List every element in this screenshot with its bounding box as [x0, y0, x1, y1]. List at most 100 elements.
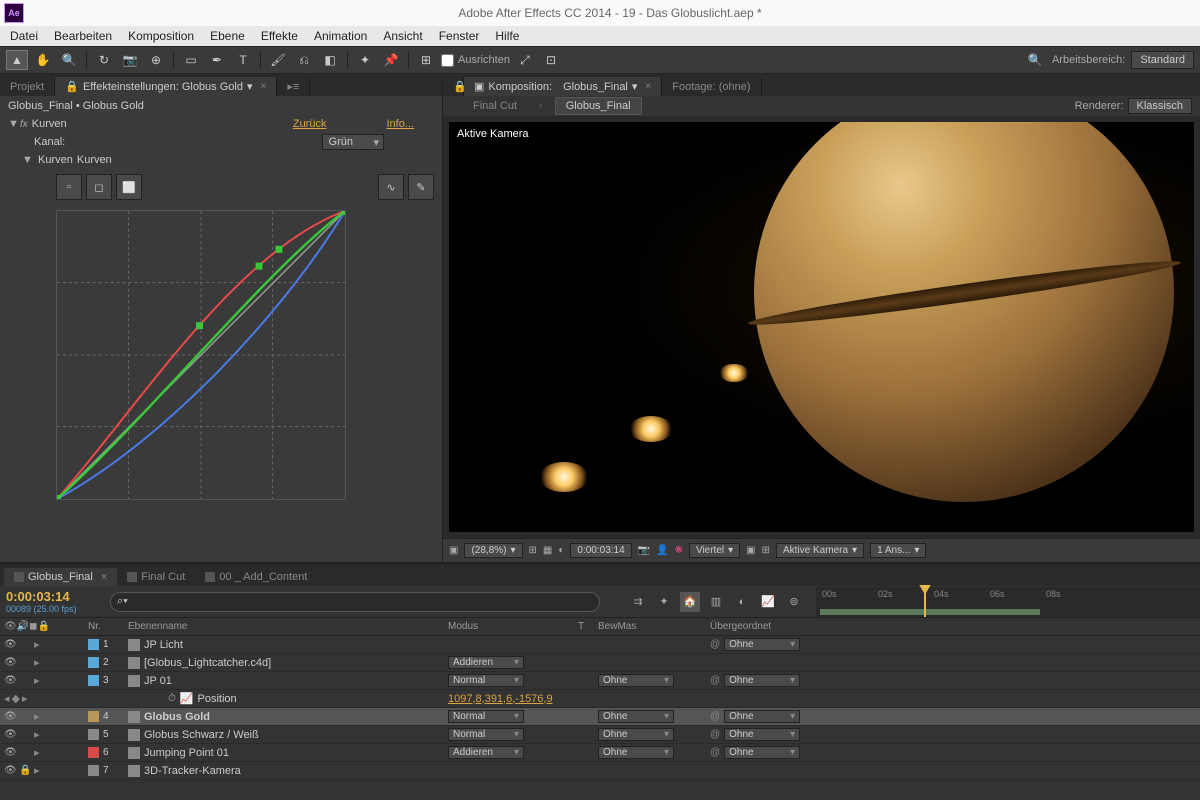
parent-dropdown[interactable]: Ohne: [724, 674, 800, 687]
clone-tool[interactable]: ⎌: [293, 50, 315, 70]
blend-mode-dropdown[interactable]: Normal: [448, 710, 524, 723]
col-mask[interactable]: BewMas: [598, 621, 710, 632]
add-key-icon[interactable]: ◆: [12, 692, 20, 705]
parent-dropdown[interactable]: Ohne: [724, 638, 800, 651]
tab-effect-settings[interactable]: 🔒 Effekteinstellungen: Globus Gold ▾ ×: [55, 77, 277, 96]
visibility-toggle[interactable]: 👁: [4, 765, 18, 776]
layer-row[interactable]: 👁▸5Globus Schwarz / WeißNormalOhne@Ohne: [0, 726, 1200, 744]
snapshot-icon[interactable]: 📷: [638, 545, 650, 556]
col-nr[interactable]: Nr.: [88, 621, 128, 632]
parent-dropdown[interactable]: Ohne: [724, 728, 800, 741]
info-link[interactable]: Info...: [386, 118, 414, 130]
layer-name[interactable]: 3D-Tracker-Kamera: [144, 765, 241, 777]
twirl-icon[interactable]: ▸: [34, 638, 46, 651]
bezier-tool-icon[interactable]: ∿: [378, 174, 404, 200]
parent-dropdown[interactable]: Ohne: [724, 746, 800, 759]
menu-animation[interactable]: Animation: [314, 29, 367, 43]
roi-icon[interactable]: ▣: [449, 545, 458, 556]
channel-dropdown[interactable]: Grün: [322, 134, 384, 150]
zoom-dropdown[interactable]: (28,8%) ▾: [464, 543, 522, 558]
layer-row[interactable]: 👁▸3JP 01NormalOhne@Ohne: [0, 672, 1200, 690]
show-snapshot-icon[interactable]: 👤: [656, 545, 668, 556]
blend-mode-dropdown[interactable]: Normal: [448, 728, 524, 741]
rotation-tool[interactable]: ↻: [93, 50, 115, 70]
visibility-toggle[interactable]: 👁: [4, 675, 18, 686]
col-parent[interactable]: Übergeordnet: [710, 621, 860, 632]
res-icon[interactable]: ⊞: [529, 545, 537, 556]
rectangle-tool[interactable]: ▭: [180, 50, 202, 70]
layer-name[interactable]: JP Licht: [144, 639, 183, 651]
prev-key-icon[interactable]: ◂: [4, 692, 10, 705]
pencil-tool-icon[interactable]: ✎: [408, 174, 434, 200]
label-color[interactable]: [88, 657, 99, 668]
tab-project[interactable]: Projekt: [0, 78, 55, 96]
menu-fenster[interactable]: Fenster: [439, 29, 480, 43]
menu-datei[interactable]: Datei: [10, 29, 38, 43]
twirl-icon[interactable]: ▸: [34, 656, 46, 669]
panel-menu-icon[interactable]: ▸≡: [277, 77, 310, 96]
curves-graph[interactable]: [56, 210, 346, 500]
menu-bearbeiten[interactable]: Bearbeiten: [54, 29, 112, 43]
twirl-icon[interactable]: ▸: [34, 710, 46, 723]
time-ruler[interactable]: 00s 02s 04s 06s 08s: [816, 587, 1200, 617]
pan-behind-tool[interactable]: ⊕: [145, 50, 167, 70]
workspace-dropdown[interactable]: Standard: [1131, 51, 1194, 69]
label-color[interactable]: [88, 639, 99, 650]
twirl-icon[interactable]: ▼: [8, 118, 20, 130]
timeline-tab-final-cut[interactable]: Final Cut: [117, 568, 195, 586]
subtab-final-cut[interactable]: Final Cut: [463, 98, 527, 114]
menu-ebene[interactable]: Ebene: [210, 29, 245, 43]
snap-toggle[interactable]: ⊞: [415, 50, 437, 70]
label-color[interactable]: [88, 765, 99, 776]
tab-footage[interactable]: Footage: (ohne): [662, 78, 761, 96]
menu-hilfe[interactable]: Hilfe: [495, 29, 519, 43]
frame-blend-icon[interactable]: ▥: [706, 592, 726, 612]
roi-toggle-icon[interactable]: ▣: [746, 545, 755, 556]
reset-link[interactable]: Zurück: [293, 118, 327, 130]
zoom-tool[interactable]: 🔍: [58, 50, 80, 70]
close-tab-icon[interactable]: ×: [261, 81, 267, 92]
lock-icon[interactable]: 🔒: [443, 77, 464, 96]
col-mode[interactable]: Modus: [448, 621, 578, 632]
twirl-icon[interactable]: ▸: [34, 728, 46, 741]
label-color[interactable]: [88, 729, 99, 740]
snap-box-icon[interactable]: ⊡: [540, 50, 562, 70]
dropdown-icon[interactable]: ▾: [632, 80, 638, 93]
twirl-icon[interactable]: ▸: [34, 764, 46, 777]
snap-icon[interactable]: ⤢: [514, 50, 536, 70]
layer-row[interactable]: 👁▸6Jumping Point 01AddierenOhne@Ohne: [0, 744, 1200, 762]
mask-icon[interactable]: ◐: [558, 545, 564, 556]
pickwhip-icon[interactable]: @: [710, 747, 720, 758]
col-name[interactable]: Ebenenname: [128, 621, 448, 632]
twirl-icon[interactable]: ▸: [34, 746, 46, 759]
close-tab-icon[interactable]: ×: [101, 571, 107, 583]
pickwhip-icon[interactable]: @: [710, 729, 720, 740]
timeline-search-input[interactable]: [110, 592, 600, 612]
draft-3d-icon[interactable]: ✦: [654, 592, 674, 612]
layer-name[interactable]: [Globus_Lightcatcher.c4d]: [144, 657, 271, 669]
label-color[interactable]: [88, 711, 99, 722]
property-row-position[interactable]: ◂◆▸⏱📈 Position1097,8,391,6,-1576,9: [0, 690, 1200, 708]
visibility-toggle[interactable]: 👁: [4, 711, 18, 722]
fx-badge[interactable]: fx: [20, 119, 28, 130]
playhead[interactable]: [924, 587, 926, 617]
selection-tool[interactable]: ▲: [6, 50, 28, 70]
pickwhip-icon[interactable]: @: [710, 675, 720, 686]
track-matte-dropdown[interactable]: Ohne: [598, 746, 674, 759]
pickwhip-icon[interactable]: @: [710, 711, 720, 722]
motion-blur-icon[interactable]: ◐: [732, 592, 752, 612]
search-help-icon[interactable]: 🔍: [1024, 50, 1046, 70]
layer-row[interactable]: 👁🔒▸73D-Tracker-Kamera: [0, 762, 1200, 780]
tab-composition[interactable]: ▣ Komposition: Globus_Final ▾ ×: [464, 77, 662, 96]
hand-tool[interactable]: ✋: [32, 50, 54, 70]
curves-size-large[interactable]: ⬜: [116, 174, 142, 200]
visibility-toggle[interactable]: 👁: [4, 657, 18, 668]
pen-tool[interactable]: ✒: [206, 50, 228, 70]
label-color[interactable]: [88, 675, 99, 686]
graph-icon[interactable]: 📈: [180, 692, 194, 705]
twirl-icon[interactable]: ▸: [34, 674, 46, 687]
grid-icon[interactable]: ⊞: [762, 545, 770, 556]
position-value[interactable]: 1097,8,391,6,-1576,9: [448, 693, 553, 705]
curves-size-med[interactable]: ◻: [86, 174, 112, 200]
eraser-tool[interactable]: ◧: [319, 50, 341, 70]
